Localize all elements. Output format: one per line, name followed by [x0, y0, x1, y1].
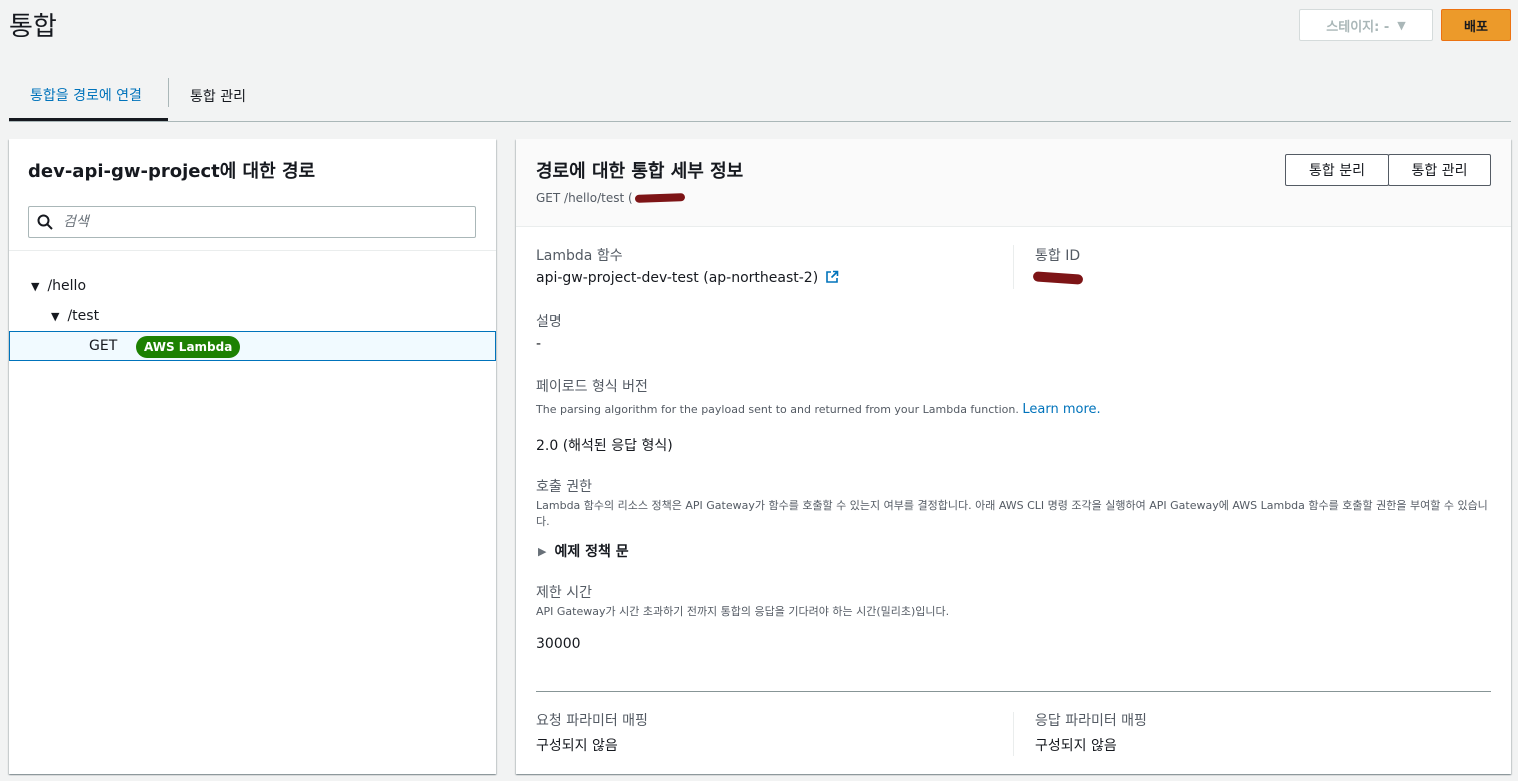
invoke-permission-description: Lambda 함수의 리소스 정책은 API Gateway가 함수를 호출할 … — [536, 499, 1488, 528]
caret-down-icon: ▼ — [1397, 18, 1406, 32]
tree-item-label: /hello — [47, 278, 87, 294]
lambda-function-label: Lambda 함수 — [536, 248, 623, 264]
routes-panel-header: dev-api-gw-project에 대한 경로 — [9, 139, 496, 251]
column-divider — [1013, 712, 1014, 756]
deploy-button[interactable]: 배포 — [1441, 9, 1511, 41]
invoke-permission-label: 호출 권한 — [536, 479, 592, 495]
route-path: GET /hello/test ( — [536, 191, 685, 205]
response-mapping-value: 구성되지 않음 — [1035, 738, 1117, 754]
request-mapping-label: 요청 파라미터 매핑 — [536, 713, 648, 729]
external-link-icon[interactable] — [825, 270, 839, 284]
timeout-value: 30000 — [536, 636, 581, 652]
example-policy-label: 예제 정책 문 — [554, 544, 629, 560]
search-icon — [37, 214, 53, 230]
caret-down-icon[interactable]: ▼ — [51, 310, 59, 323]
stage-select[interactable]: 스테이지: - ▼ — [1299, 9, 1433, 41]
manage-integration-button[interactable]: 통합 관리 — [1388, 154, 1491, 186]
tab-bar: 통합을 경로에 연결 통합 관리 — [9, 72, 1511, 122]
method-label: GET — [89, 338, 118, 354]
redaction-mark — [634, 193, 685, 203]
search-input[interactable] — [63, 214, 463, 230]
detach-integration-button[interactable]: 통합 분리 — [1285, 154, 1389, 186]
response-mapping-label: 응답 파라미터 매핑 — [1035, 713, 1147, 729]
column-divider — [1013, 245, 1014, 289]
section-divider — [536, 691, 1491, 692]
tab-manage-integrations[interactable]: 통합 관리 — [190, 72, 246, 120]
tree-item-get[interactable]: GET AWS Lambda — [9, 331, 496, 361]
lambda-function-value: api-gw-project-dev-test (ap-northeast-2) — [536, 270, 839, 286]
tab-attach-integration[interactable]: 통합을 경로에 연결 — [9, 72, 168, 121]
example-policy-expander[interactable]: ▶ 예제 정책 문 — [538, 541, 629, 561]
routes-panel-title: dev-api-gw-project에 대한 경로 — [28, 161, 316, 182]
description-value: - — [536, 336, 542, 352]
lambda-function-name[interactable]: api-gw-project-dev-test (ap-northeast-2) — [536, 270, 818, 286]
learn-more-link[interactable]: Learn more. — [1022, 402, 1100, 417]
page-title: 통합 — [9, 12, 57, 42]
request-mapping-value: 구성되지 않음 — [536, 738, 618, 754]
description-label: 설명 — [536, 314, 562, 330]
payload-format-label: 페이로드 형식 버전 — [536, 379, 648, 395]
integration-id-label: 통합 ID — [1035, 248, 1081, 264]
redaction-mark — [1032, 271, 1084, 285]
tree-item-hello[interactable]: ▼ /hello — [9, 271, 496, 301]
search-box[interactable] — [28, 206, 476, 238]
timeout-description: API Gateway가 시간 초과하기 전까지 통합의 응답을 기다려야 하는… — [536, 605, 950, 618]
tree-item-label: /test — [67, 308, 100, 324]
integration-details-panel: 경로에 대한 통합 세부 정보 GET /hello/test ( 통합 분리 … — [516, 139, 1511, 774]
details-header: 경로에 대한 통합 세부 정보 GET /hello/test ( 통합 분리 … — [516, 139, 1511, 227]
payload-format-description: The parsing algorithm for the payload se… — [536, 402, 1101, 417]
stage-select-label: 스테이지: - — [1326, 19, 1390, 35]
caret-right-icon: ▶ — [538, 544, 547, 558]
routes-panel: dev-api-gw-project에 대한 경로 ▼ /hello ▼ /te… — [9, 139, 496, 774]
aws-lambda-badge: AWS Lambda — [136, 336, 241, 358]
timeout-label: 제한 시간 — [536, 585, 592, 601]
tree-item-test[interactable]: ▼ /test — [9, 301, 496, 331]
details-title: 경로에 대한 통합 세부 정보 — [536, 161, 744, 182]
caret-down-icon[interactable]: ▼ — [31, 280, 39, 293]
payload-format-value: 2.0 (해석된 응답 형식) — [536, 438, 673, 454]
tab-separator — [168, 78, 169, 107]
